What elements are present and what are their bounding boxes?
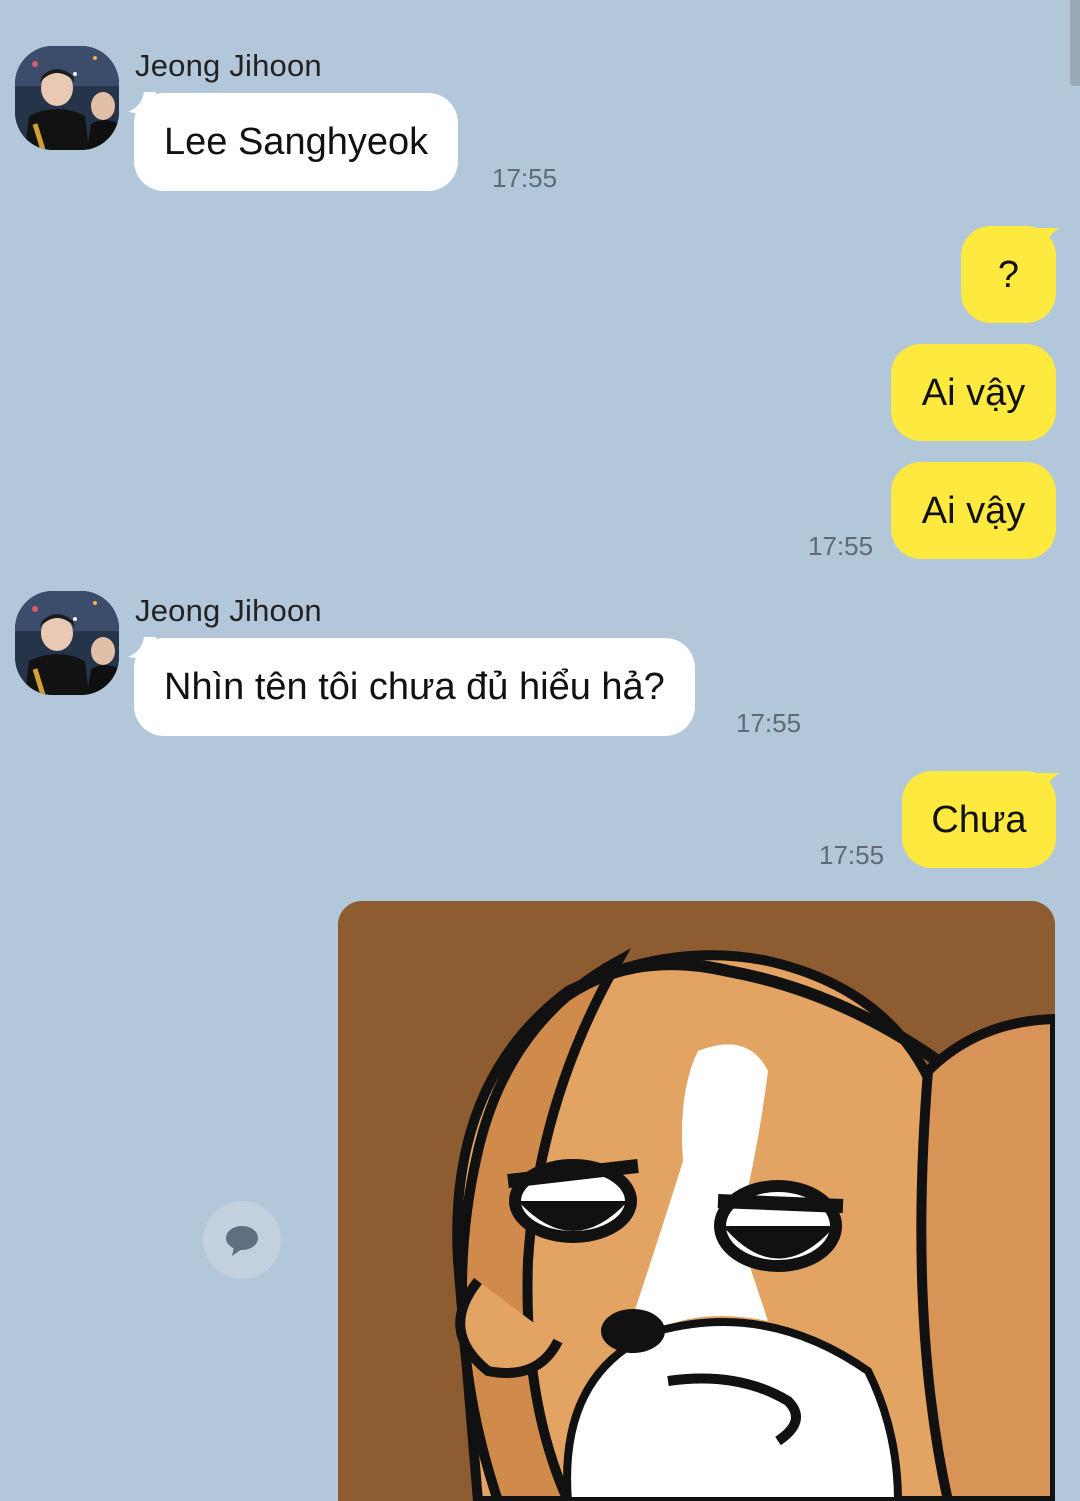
message-text: Lee Sanghyeok (164, 121, 429, 163)
message-text: Chưa (931, 798, 1027, 841)
contact-avatar[interactable] (15, 591, 119, 695)
message-timestamp: 17:55 (736, 708, 802, 738)
bubble-tail (1030, 228, 1060, 250)
chat-bubble-icon (226, 1226, 258, 1256)
incoming-message-bubble[interactable]: Lee Sanghyeok (134, 93, 459, 191)
incoming-message-bubble[interactable]: Nhìn tên tôi chưa đủ hiểu hả? (134, 638, 695, 736)
avatar-photo (15, 591, 119, 695)
sender-name: Jeong Jihoon (135, 593, 322, 628)
message-timestamp: 17:55 (808, 531, 874, 561)
outgoing-message-bubble[interactable]: Ai vậy (891, 462, 1056, 559)
message-timestamp: 17:55 (492, 163, 558, 193)
message-text: ? (997, 253, 1020, 296)
sender-name: Jeong Jihoon (135, 48, 322, 83)
sleepy-dog-sticker-icon (338, 901, 1055, 1501)
avatar-photo (15, 46, 119, 150)
bubble-tail (1030, 773, 1060, 795)
sticker-image[interactable] (338, 901, 1055, 1501)
outgoing-message-bubble[interactable]: Ai vậy (891, 344, 1056, 441)
message-text: Ai vậy (921, 371, 1026, 414)
message-timestamp: 17:55 (819, 840, 885, 870)
contact-avatar[interactable] (15, 46, 119, 150)
message-text: Nhìn tên tôi chưa đủ hiểu hả? (164, 666, 665, 708)
reply-button[interactable] (203, 1201, 281, 1279)
message-text: Ai vậy (921, 489, 1026, 532)
scrollbar[interactable] (1070, 0, 1080, 86)
